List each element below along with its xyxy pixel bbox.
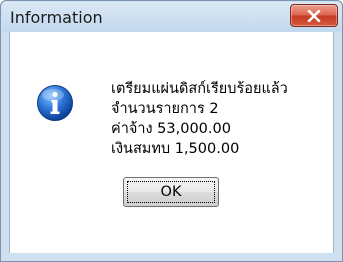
close-button[interactable] [290,4,338,27]
message-line-wage: ค่าจ้าง 53,000.00 [111,121,231,137]
window-title: Information [10,8,103,27]
title-bar[interactable]: Information [2,2,341,32]
message-line-count: จำนวนรายการ 2 [111,101,219,117]
ok-button-label: OK [160,184,182,200]
message-dialog: Information เตรียมแผ่นดิสก์เรียบร้อยแล้ว [0,0,343,262]
message-line-status: เตรียมแผ่นดิสก์เรียบร้อยแล้ว [111,81,288,97]
dialog-body: เตรียมแผ่นดิสก์เรียบร้อยแล้ว จำนวนรายการ… [9,32,334,253]
message-text: เตรียมแผ่นดิสก์เรียบร้อยแล้ว จำนวนรายการ… [111,79,288,159]
information-icon [37,85,73,121]
message-line-contribution: เงินสมทบ 1,500.00 [111,141,240,157]
close-x-icon [307,9,321,22]
ok-button[interactable]: OK [123,177,219,207]
